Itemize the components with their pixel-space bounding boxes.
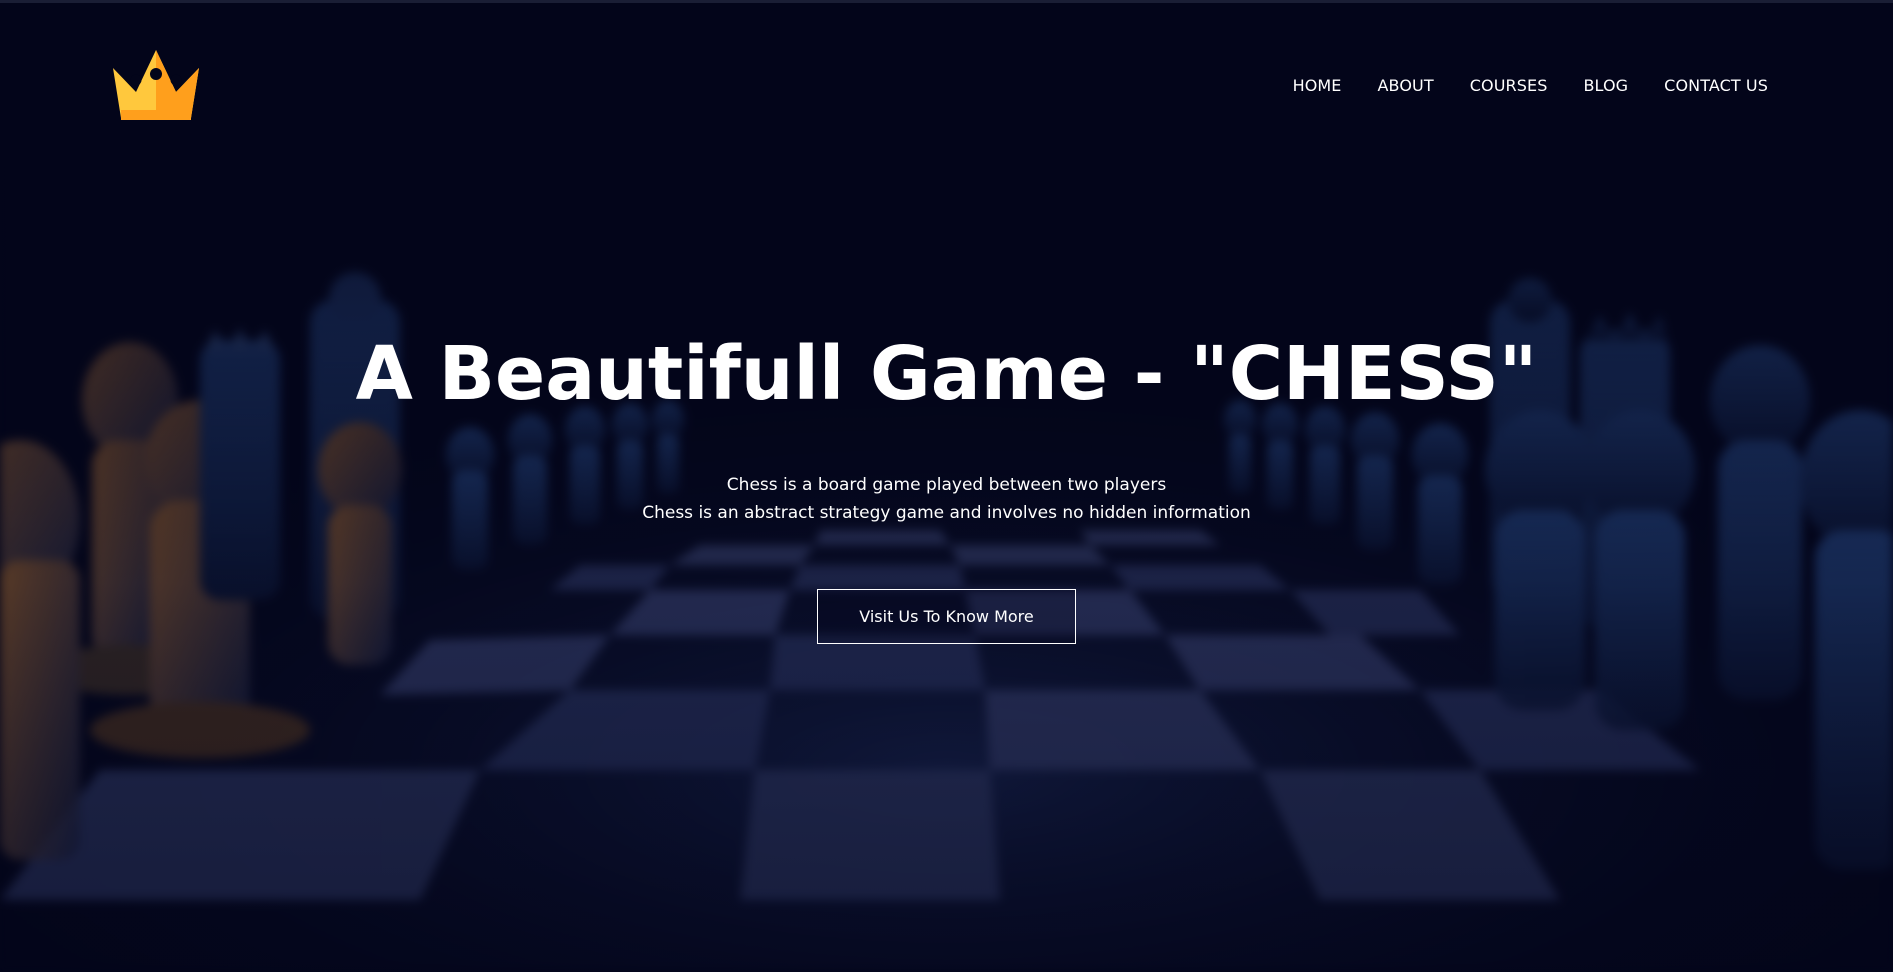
site-header: HOME ABOUT COURSES BLOG CONTACT US bbox=[0, 0, 1893, 180]
nav-item-blog[interactable]: BLOG bbox=[1583, 76, 1628, 95]
hero-section: HOME ABOUT COURSES BLOG CONTACT US A Bea… bbox=[0, 0, 1893, 972]
crown-icon bbox=[113, 50, 199, 120]
visit-us-button[interactable]: Visit Us To Know More bbox=[817, 589, 1076, 644]
hero-subtitle-line: Chess is a board game played between two… bbox=[726, 475, 1167, 495]
hero-subtitle-line: Chess is an abstract strategy game and i… bbox=[642, 503, 1251, 523]
nav-item-courses[interactable]: COURSES bbox=[1470, 76, 1548, 95]
main-nav: HOME ABOUT COURSES BLOG CONTACT US bbox=[1293, 76, 1768, 95]
hero-subtitle: Chess is a board game played between two… bbox=[0, 471, 1893, 527]
logo-link[interactable] bbox=[111, 48, 201, 122]
nav-item-about[interactable]: ABOUT bbox=[1378, 76, 1434, 95]
hero-title: A Beautifull Game - "CHESS" bbox=[355, 331, 1538, 417]
nav-item-home[interactable]: HOME bbox=[1293, 76, 1342, 95]
nav-item-contact-us[interactable]: CONTACT US bbox=[1664, 76, 1768, 95]
